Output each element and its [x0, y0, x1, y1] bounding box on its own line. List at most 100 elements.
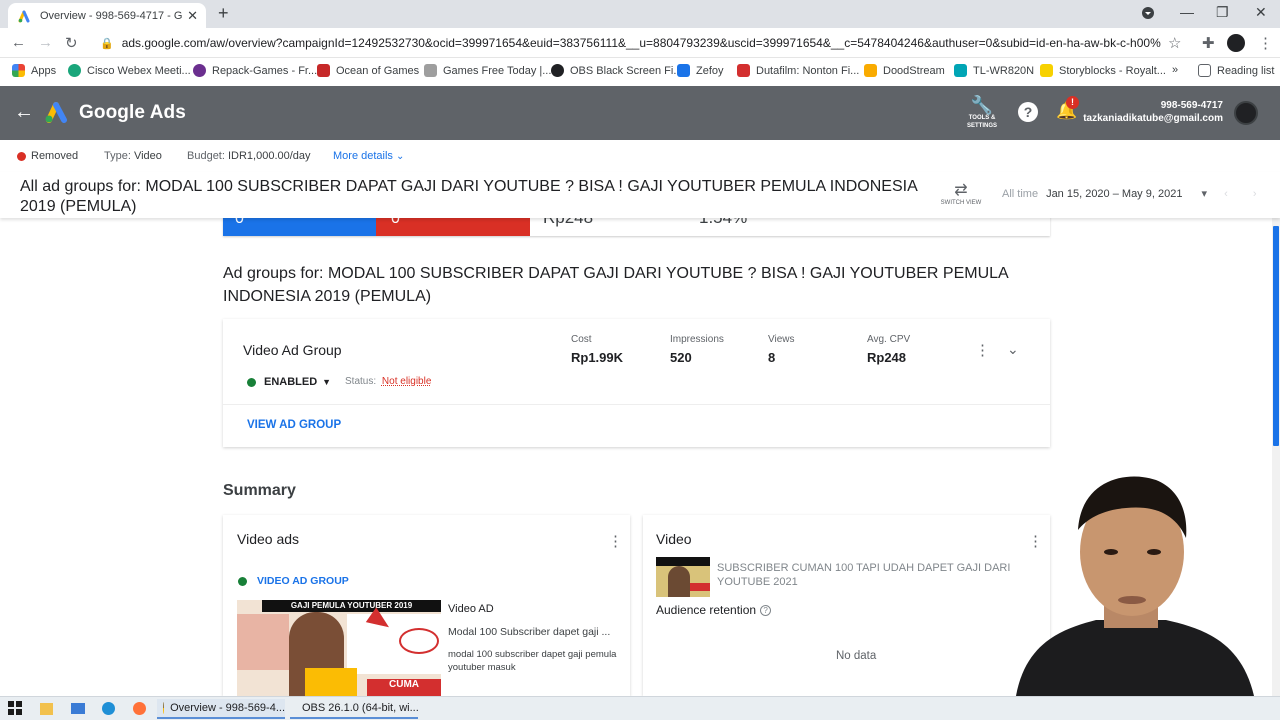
metric-views: Views 8 — [768, 334, 795, 365]
campaign-status: Removed — [17, 150, 78, 162]
type-label: Type: — [104, 150, 131, 162]
router-icon — [954, 64, 967, 77]
video-card: Video ⋮ SUBSCRIBER CUMAN 100 TAPI UDAH D… — [643, 515, 1050, 696]
bookmark-item[interactable]: Games Free Today |... — [424, 64, 551, 77]
ad-group-card: Video Ad Group ENABLED ▼ Status: Not eli… — [223, 319, 1050, 447]
tools-settings-button[interactable]: 🔧 TOOLS & SETTINGS — [962, 96, 1002, 130]
bookmark-item[interactable]: Cisco Webex Meeti... — [68, 64, 191, 77]
help-icon[interactable]: ? — [1018, 102, 1038, 122]
scrollbar-thumb[interactable] — [1273, 226, 1279, 446]
more-details-label: More details — [333, 150, 393, 162]
ad-group-link[interactable]: VIDEO AD GROUP — [238, 575, 349, 587]
gamepad-icon — [317, 64, 330, 77]
more-options-icon[interactable]: ⋮ — [975, 341, 990, 359]
card-title: Video ads — [237, 531, 300, 547]
chevron-down-icon: ⌄ — [395, 151, 405, 162]
enabled-dot-icon — [247, 377, 256, 387]
reload-icon[interactable]: ↻ — [65, 34, 78, 52]
bookmark-item[interactable]: Ocean of Games — [317, 64, 419, 77]
bookmark-item[interactable]: OBS Black Screen Fi... — [551, 64, 682, 77]
doodstream-icon — [864, 64, 877, 77]
taskbar-app-chrome[interactable]: Overview - 998-569-4... — [157, 699, 285, 719]
firefox-icon[interactable] — [133, 702, 146, 715]
next-period-icon[interactable]: › — [1253, 188, 1257, 200]
bookmark-item[interactable]: Zefoy — [677, 64, 724, 77]
bookmark-item[interactable]: TL-WR820N — [954, 64, 1034, 77]
webcam-presenter-image — [1016, 476, 1254, 696]
file-explorer-icon[interactable] — [40, 703, 53, 715]
windows-start-icon[interactable] — [8, 701, 22, 718]
expand-chevron-icon[interactable]: ⌄ — [1007, 341, 1019, 358]
bookmark-apps[interactable]: Apps — [12, 64, 56, 77]
g-icon — [424, 64, 437, 77]
metric-value: 8 — [768, 350, 776, 365]
account-info[interactable]: 998-569-4717 tazkaniadikatube@gmail.com — [1083, 99, 1223, 125]
bookmark-label: DoodStream — [883, 64, 945, 77]
status-value[interactable]: Not eligible — [382, 376, 431, 387]
date-range-selector[interactable]: All time Jan 15, 2020 – May 9, 2021 ▾ ‹ › — [1002, 187, 1257, 200]
bookmark-item[interactable]: Dutafilm: Nonton Fi... — [737, 64, 859, 77]
ad-group-state-dropdown[interactable]: ENABLED ▼ — [247, 376, 331, 388]
budget-label: Budget: — [187, 150, 225, 162]
ad-headline: Modal 100 Subscriber dapet gaji ... — [448, 626, 611, 638]
no-data-text: No data — [836, 650, 877, 662]
reading-list-label: Reading list — [1217, 64, 1275, 77]
close-tab-icon[interactable]: ✕ — [187, 8, 198, 24]
page-scrollbar[interactable] — [1272, 218, 1280, 696]
page-title: All ad groups for: MODAL 100 SUBSCRIBER … — [20, 178, 917, 215]
back-icon[interactable]: ← — [11, 34, 26, 51]
bookmark-star-icon[interactable]: ☆ — [1168, 34, 1181, 52]
browser-tab[interactable]: Overview - 998-569-4717 - Goo ✕ — [8, 3, 206, 28]
edge-icon[interactable] — [102, 702, 115, 715]
divider — [223, 404, 1050, 405]
repack-icon — [193, 64, 206, 77]
state-label: ENABLED — [264, 376, 318, 388]
google-ads-favicon-icon — [18, 10, 30, 22]
forward-icon[interactable]: → — [38, 34, 53, 51]
bookmark-label: Apps — [31, 64, 57, 77]
video-thumbnail[interactable] — [656, 557, 710, 597]
notifications-bell-icon[interactable]: 🔔! — [1056, 96, 1079, 121]
reading-list[interactable]: Reading list — [1198, 64, 1274, 77]
metric-value: 520 — [670, 350, 692, 365]
metric-label: Views — [768, 334, 795, 345]
ad-group-name[interactable]: Video Ad Group — [243, 342, 342, 358]
bookmark-item[interactable]: Repack-Games - Fr... — [193, 64, 317, 77]
close-window-icon[interactable]: ✕ — [1255, 4, 1267, 21]
video-title[interactable]: SUBSCRIBER CUMAN 100 TAPI UDAH DAPET GAJ… — [717, 561, 1037, 589]
back-arrow-icon[interactable]: ← — [14, 101, 34, 124]
bookmark-item[interactable]: DoodStream — [864, 64, 945, 77]
page-title-bar: All ad groups for: MODAL 100 SUBSCRIBER … — [0, 172, 1280, 218]
taskbar-app-obs[interactable]: OBS 26.1.0 (64-bit, wi... — [290, 699, 419, 719]
help-icon[interactable]: ? — [760, 604, 772, 616]
account-avatar[interactable] — [1234, 101, 1258, 125]
ads-header: ← Google Ads 🔧 TOOLS & SETTINGS ? 🔔! 998… — [0, 86, 1280, 140]
profile-avatar[interactable] — [1227, 34, 1245, 52]
new-tab-icon[interactable]: + — [218, 3, 229, 24]
more-details-link[interactable]: More details ⌄ — [333, 150, 404, 162]
bookmarks-overflow[interactable]: » — [1172, 64, 1178, 76]
switch-view-button[interactable]: ⇄ SWITCH VIEW — [934, 180, 988, 206]
audience-retention-label: Audience retention ? — [656, 603, 772, 617]
prev-period-icon[interactable]: ‹ — [1224, 188, 1228, 200]
maximize-icon[interactable]: ❐ — [1216, 4, 1229, 21]
address-bar[interactable]: 🔒 ads.google.com/aw/overview?campaignId=… — [96, 32, 1161, 54]
ad-groups-heading: Ad groups for: MODAL 100 SUBSCRIBER DAPA… — [223, 265, 1008, 305]
minimize-icon[interactable]: — — [1180, 4, 1194, 20]
mail-icon[interactable] — [71, 703, 85, 714]
bookmark-label: Zefoy — [696, 64, 724, 77]
profile-menu-icon[interactable] — [1142, 6, 1154, 22]
thumbnail-banner — [656, 557, 710, 566]
extensions-icon[interactable]: ✚ — [1202, 34, 1215, 52]
metric-value: Rp248 — [867, 350, 907, 365]
campaign-info-bar: Removed Type: Video Budget: IDR1,000.00/… — [0, 140, 1280, 172]
browser-menu-icon[interactable]: ⋮ — [1258, 34, 1273, 52]
view-ad-group-link[interactable]: VIEW AD GROUP — [247, 419, 341, 431]
bookmark-item[interactable]: Storyblocks - Royalt... — [1040, 64, 1166, 77]
video-thumbnail[interactable]: GAJI PEMULA YOUTUBER 2019 CUMA — [237, 600, 441, 696]
webex-icon — [68, 64, 81, 77]
dropdown-arrow-icon: ▾ — [1201, 188, 1208, 200]
tools-label: TOOLS & SETTINGS — [966, 115, 997, 129]
more-options-icon[interactable]: ⋮ — [608, 532, 623, 550]
browser-tab-strip: Overview - 998-569-4717 - Goo ✕ + — ❐ ✕ — [0, 0, 1280, 28]
